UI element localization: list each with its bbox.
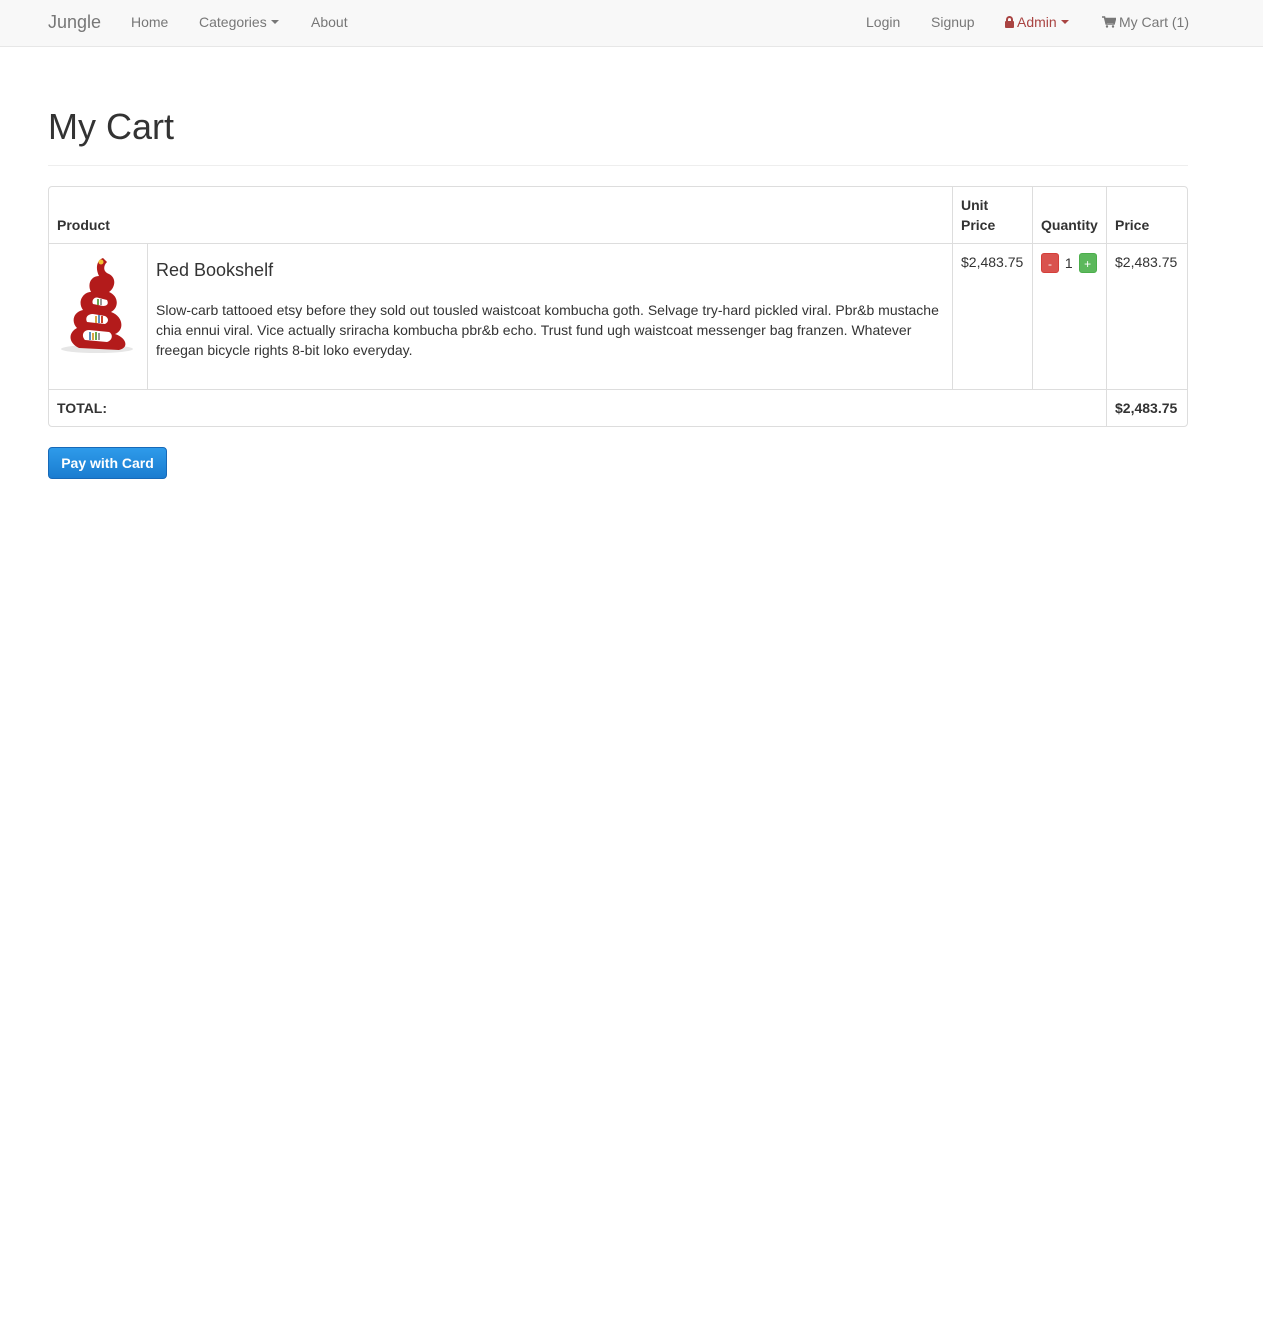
product-description: Slow-carb tattooed etsy before they sold… (156, 302, 939, 358)
decrease-quantity-button[interactable]: - (1041, 253, 1059, 274)
line-price-cell: $2,483.75 (1107, 244, 1187, 390)
product-image (61, 258, 133, 353)
product-info-cell: Red Bookshelf Slow-carb tattooed etsy be… (148, 244, 953, 390)
nav-about-link[interactable]: About (311, 0, 348, 46)
header-product: Product (49, 187, 953, 244)
top-navbar: Jungle Home Categories About Login Signu… (0, 0, 1263, 47)
quantity-cell: - 1 + (1033, 244, 1107, 390)
product-name[interactable]: Red Bookshelf (156, 260, 944, 280)
product-image-cell (49, 244, 148, 390)
nav-home-link[interactable]: Home (131, 0, 168, 46)
nav-signup-link[interactable]: Signup (931, 0, 975, 46)
unit-price-cell: $2,483.75 (953, 244, 1033, 390)
table-row: Red Bookshelf Slow-carb tattooed etsy be… (49, 244, 1187, 390)
pay-with-card-button[interactable]: Pay with Card (48, 447, 167, 479)
nav-categories-dropdown[interactable]: Categories (199, 0, 279, 46)
header-unit-price: Unit Price (953, 187, 1033, 244)
categories-label: Categories (199, 14, 267, 30)
nav-admin-dropdown[interactable]: Admin (1005, 0, 1069, 46)
brand-link[interactable]: Jungle (48, 0, 101, 46)
shopping-cart-icon (1102, 15, 1116, 28)
title-divider (48, 165, 1188, 166)
admin-label: Admin (1017, 14, 1057, 30)
quantity-value: 1 (1064, 255, 1073, 272)
total-value: $2,483.75 (1115, 400, 1178, 416)
total-row: TOTAL: $2,483.75 (49, 390, 1187, 426)
table-header-row: Product Unit Price Quantity Price (49, 187, 1187, 244)
cart-table: Product Unit Price Quantity Price Red Bo… (48, 186, 1188, 427)
nav-login-link[interactable]: Login (866, 0, 900, 46)
total-label: TOTAL: (49, 390, 1107, 426)
header-quantity: Quantity (1033, 187, 1107, 244)
page-title: My Cart (48, 106, 174, 147)
nav-cart-link[interactable]: My Cart (1) (1102, 0, 1189, 46)
lock-icon (1005, 15, 1014, 28)
caret-down-icon (270, 20, 279, 25)
caret-down-icon (1060, 20, 1069, 25)
cart-label: My Cart (1) (1119, 14, 1189, 30)
increase-quantity-button[interactable]: + (1078, 253, 1097, 274)
header-price: Price (1107, 187, 1187, 244)
